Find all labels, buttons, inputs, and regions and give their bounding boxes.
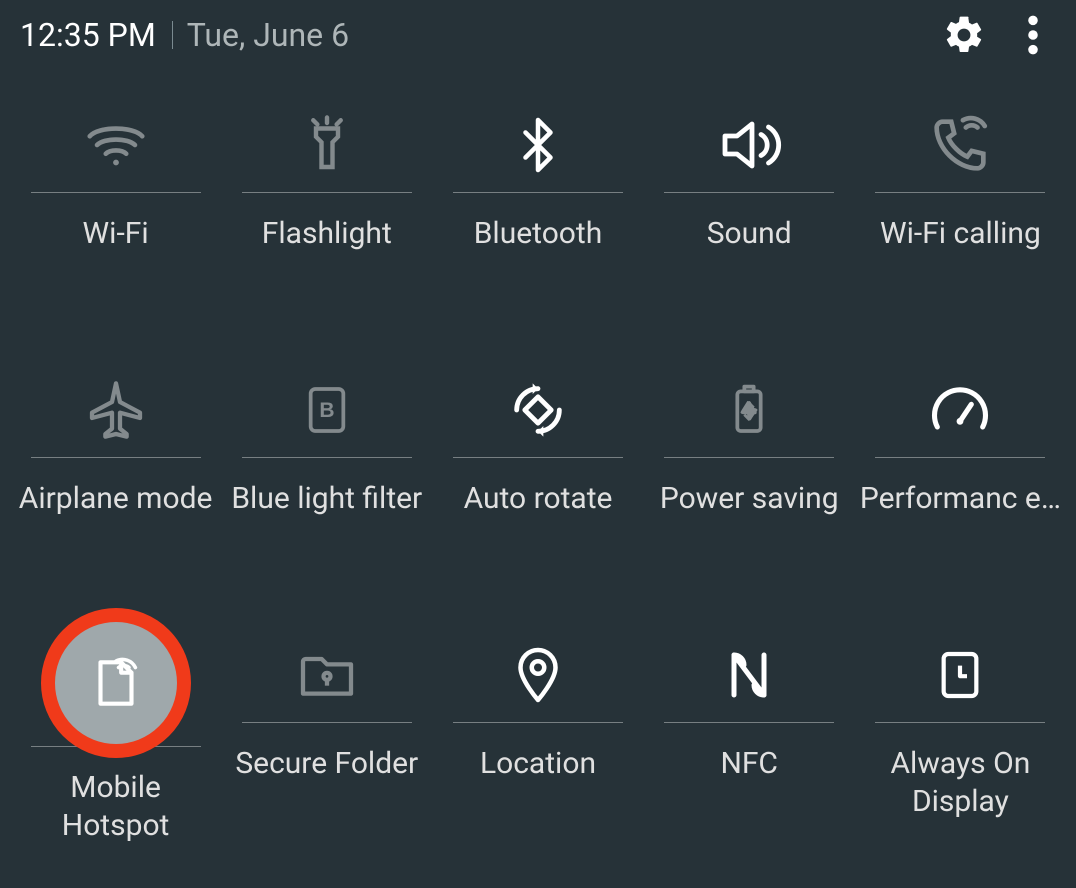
location-tile[interactable]: Location xyxy=(432,620,643,885)
secure-folder-tile[interactable]: Secure Folder xyxy=(221,620,432,885)
tile-divider xyxy=(664,192,834,193)
blue-light-filter-tile[interactable]: B Blue light filter xyxy=(221,355,432,620)
tile-label: Blue light filter xyxy=(221,480,432,518)
header-divider xyxy=(172,21,173,49)
auto-rotate-icon xyxy=(432,365,643,455)
performance-tile[interactable]: Performanc e… xyxy=(855,355,1066,620)
power-saving-tile[interactable]: Power saving xyxy=(644,355,855,620)
bluetooth-tile[interactable]: Bluetooth xyxy=(432,90,643,355)
location-icon xyxy=(432,630,643,720)
flashlight-tile[interactable]: Flashlight xyxy=(221,90,432,355)
power-saving-icon xyxy=(644,365,855,455)
more-options-icon[interactable] xyxy=(1026,13,1040,57)
sound-icon xyxy=(644,100,855,190)
wifi-icon xyxy=(10,100,221,190)
tile-divider xyxy=(453,192,623,193)
wifi-calling-tile[interactable]: Wi-Fi calling xyxy=(855,90,1066,355)
tile-label: NFC xyxy=(644,745,855,783)
tile-divider xyxy=(664,457,834,458)
tile-label: Secure Folder xyxy=(221,745,432,783)
clock-time: 12:35 PM xyxy=(20,16,156,54)
clock-date: Tue, June 6 xyxy=(187,16,942,54)
performance-icon xyxy=(855,365,1066,455)
quick-settings-grid: Wi-Fi Flashlight Bluetooth xyxy=(0,70,1076,885)
tile-label: Wi-Fi xyxy=(10,215,221,253)
always-on-display-tile[interactable]: Always On Display xyxy=(855,620,1066,885)
secure-folder-icon xyxy=(221,630,432,720)
tile-divider xyxy=(31,457,201,458)
tile-label: Airplane mode xyxy=(10,480,221,518)
tile-label: Mobile Hotspot xyxy=(10,769,221,845)
nfc-tile[interactable]: NFC xyxy=(644,620,855,885)
airplane-mode-tile[interactable]: Airplane mode xyxy=(10,355,221,620)
mobile-hotspot-icon xyxy=(85,652,147,714)
tile-label: Wi-Fi calling xyxy=(855,215,1066,253)
tile-divider xyxy=(875,192,1045,193)
wifi-tile[interactable]: Wi-Fi xyxy=(10,90,221,355)
tile-divider xyxy=(242,722,412,723)
highlight-ring xyxy=(10,630,221,720)
flashlight-icon xyxy=(221,100,432,190)
tile-label: Power saving xyxy=(644,480,855,518)
tile-divider xyxy=(31,192,201,193)
tile-label: Auto rotate xyxy=(432,480,643,518)
wifi-calling-icon xyxy=(855,100,1066,190)
tile-divider xyxy=(453,722,623,723)
tile-label: Bluetooth xyxy=(432,215,643,253)
settings-icon[interactable] xyxy=(942,13,986,57)
tile-divider xyxy=(242,457,412,458)
auto-rotate-tile[interactable]: Auto rotate xyxy=(432,355,643,620)
bluetooth-icon xyxy=(432,100,643,190)
tile-divider xyxy=(875,457,1045,458)
sound-tile[interactable]: Sound xyxy=(644,90,855,355)
tile-label: Always On Display xyxy=(855,745,1066,821)
nfc-icon xyxy=(644,630,855,720)
always-on-display-icon xyxy=(855,630,1066,720)
tile-label: Sound xyxy=(644,215,855,253)
svg-text:B: B xyxy=(319,399,334,422)
tile-label: Location xyxy=(432,745,643,783)
tile-divider xyxy=(242,192,412,193)
tile-divider xyxy=(875,722,1045,723)
tile-label: Performanc e… xyxy=(855,480,1066,518)
blue-light-icon: B xyxy=(221,365,432,455)
tile-divider xyxy=(453,457,623,458)
tile-divider xyxy=(664,722,834,723)
status-bar-header: 12:35 PM Tue, June 6 xyxy=(0,0,1076,70)
mobile-hotspot-tile[interactable]: Mobile Hotspot xyxy=(10,620,221,885)
tile-label: Flashlight xyxy=(221,215,432,253)
airplane-icon xyxy=(10,365,221,455)
header-actions xyxy=(942,13,1056,57)
